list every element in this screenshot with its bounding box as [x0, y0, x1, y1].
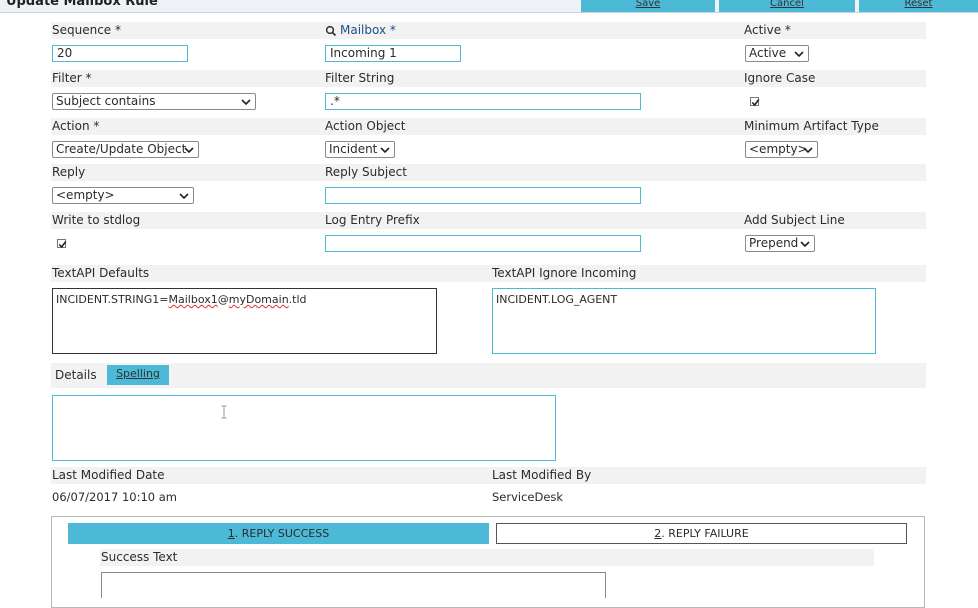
log-entry-prefix-label: Log Entry Prefix: [325, 213, 420, 227]
sequence-label: Sequence *: [52, 23, 122, 37]
action-select[interactable]: Create/Update Object: [52, 141, 199, 158]
details-textarea[interactable]: [52, 395, 556, 461]
write-to-stdlog-label: Write to stdlog: [52, 213, 141, 227]
filter-string-input[interactable]: .*: [325, 93, 641, 110]
textapi-defaults-textarea[interactable]: INCIDENT.STRING1=Mailbox1@myDomain.tld: [52, 288, 437, 354]
success-text-textarea[interactable]: [101, 572, 606, 598]
active-select[interactable]: Active: [745, 45, 809, 62]
minimum-artifact-type-label: Minimum Artifact Type: [744, 119, 879, 133]
action-object-select[interactable]: Incident: [325, 141, 395, 158]
active-label: Active *: [744, 23, 791, 37]
row-band: [51, 265, 926, 282]
reply-subject-label: Reply Subject: [325, 165, 407, 179]
details-label: Details: [55, 368, 97, 382]
row-band: [51, 467, 926, 484]
mailbox-input[interactable]: Incoming 1: [325, 45, 461, 62]
action-object-label: Action Object: [325, 119, 406, 133]
save-button[interactable]: Save: [581, 0, 715, 12]
page-title: Update Mailbox Rule: [6, 0, 158, 9]
chevron-down-icon: [800, 241, 810, 248]
chevron-down-icon: [794, 51, 804, 58]
last-modified-date-value: 06/07/2017 10:10 am: [52, 490, 177, 504]
last-modified-date-label: Last Modified Date: [52, 468, 165, 482]
spelling-button[interactable]: Spelling: [107, 365, 169, 385]
reset-button[interactable]: Reset: [859, 0, 978, 12]
chevron-down-icon: [179, 193, 189, 200]
success-text-label: Success Text: [101, 550, 178, 564]
filter-string-label: Filter String: [325, 71, 395, 85]
textapi-ignore-incoming-label: TextAPI Ignore Incoming: [492, 266, 637, 280]
textapi-defaults-label: TextAPI Defaults: [52, 266, 150, 280]
filter-label: Filter *: [52, 71, 92, 85]
add-subject-line-label: Add Subject Line: [744, 213, 845, 227]
minimum-artifact-type-select[interactable]: <empty>: [745, 141, 818, 158]
reply-subject-input[interactable]: [325, 187, 641, 204]
row-band: [51, 363, 926, 388]
row-band: [100, 549, 874, 566]
tab-reply-success[interactable]: 1. REPLY SUCCESS: [68, 523, 489, 544]
row-band: [51, 22, 926, 39]
text-cursor-icon: [221, 405, 227, 419]
write-to-stdlog-checkbox[interactable]: [57, 239, 67, 249]
search-icon[interactable]: [325, 25, 337, 37]
reply-label: Reply: [52, 165, 86, 179]
row-band: [51, 164, 926, 181]
ignore-case-label: Ignore Case: [744, 71, 816, 85]
chevron-down-icon: [803, 147, 813, 154]
reply-select[interactable]: <empty>: [52, 187, 194, 204]
last-modified-by-value: ServiceDesk: [492, 490, 564, 504]
chevron-down-icon: [380, 147, 390, 154]
checkmark-icon: [58, 241, 67, 249]
tab-reply-failure[interactable]: 2. REPLY FAILURE: [496, 523, 907, 544]
filter-select[interactable]: Subject contains: [52, 93, 256, 110]
sequence-input[interactable]: 20: [52, 45, 188, 62]
checkmark-icon: [751, 99, 760, 107]
ignore-case-checkbox[interactable]: [750, 97, 760, 107]
log-entry-prefix-input[interactable]: [325, 235, 641, 252]
last-modified-by-label: Last Modified By: [492, 468, 592, 482]
chevron-down-icon: [184, 147, 194, 154]
textapi-ignore-incoming-textarea[interactable]: INCIDENT.LOG_AGENT: [492, 288, 876, 354]
add-subject-line-select[interactable]: Prepend: [745, 235, 815, 252]
mailbox-label[interactable]: Mailbox *: [340, 22, 396, 39]
action-label: Action *: [52, 119, 100, 133]
chevron-down-icon: [241, 99, 251, 106]
cancel-button[interactable]: Cancel: [719, 0, 855, 12]
